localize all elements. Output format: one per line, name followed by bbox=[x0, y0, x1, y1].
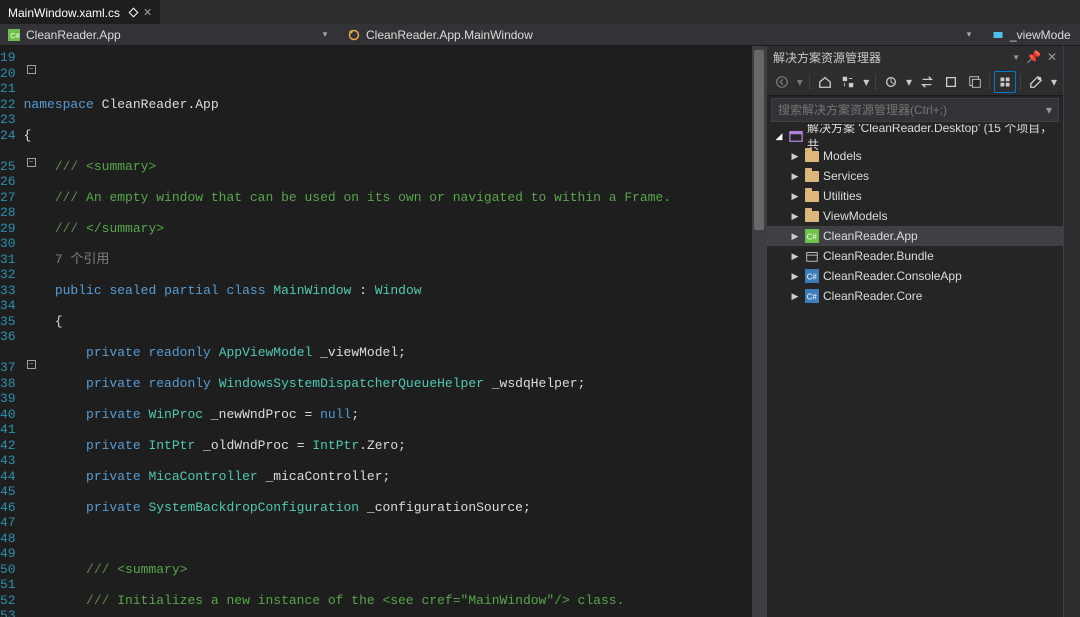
tree-folder[interactable]: ▶ Services bbox=[767, 166, 1063, 186]
csharp-project-icon: C# bbox=[805, 229, 819, 243]
expand-toggle[interactable]: ▶ bbox=[789, 291, 801, 302]
folder-icon bbox=[805, 211, 819, 222]
folder-icon bbox=[805, 191, 819, 202]
nav-project[interactable]: C# CleanReader.App ▾ bbox=[0, 24, 340, 45]
code-editor[interactable]: 19 20 21 22 23 24 25 26 27 28 29 30 31 3… bbox=[0, 46, 766, 617]
solution-tree[interactable]: ◢ 解决方案 'CleanReader.Desktop' (15 个项目，共 ▶… bbox=[767, 124, 1063, 617]
tree-project[interactable]: ▶ C# CleanReader.App bbox=[767, 226, 1063, 246]
dropdown-icon[interactable]: ▾ bbox=[861, 71, 871, 93]
svg-text:C#: C# bbox=[807, 233, 818, 242]
navigation-bar: C# CleanReader.App ▾ CleanReader.App.Mai… bbox=[0, 24, 1080, 46]
console-project-icon: C# bbox=[805, 269, 819, 283]
close-icon[interactable]: ✕ bbox=[143, 6, 152, 19]
solution-node[interactable]: ◢ 解决方案 'CleanReader.Desktop' (15 个项目，共 bbox=[767, 126, 1063, 146]
sync-with-active-document-icon[interactable] bbox=[916, 71, 938, 93]
tree-project[interactable]: ▶ C# CleanReader.ConsoleApp bbox=[767, 266, 1063, 286]
panel-title: 解决方案资源管理器 bbox=[773, 49, 881, 66]
home-icon[interactable] bbox=[814, 71, 836, 93]
expand-toggle[interactable]: ▶ bbox=[789, 251, 801, 262]
refresh-icon[interactable] bbox=[940, 71, 962, 93]
nav-class[interactable]: CleanReader.App.MainWindow ▾ bbox=[340, 24, 984, 45]
dropdown-icon[interactable]: ▾ bbox=[795, 71, 805, 93]
csharp-project-icon: C# bbox=[8, 29, 20, 41]
pending-changes-filter-icon[interactable] bbox=[880, 71, 902, 93]
document-tab-bar: MainWindow.xaml.cs ✕ bbox=[0, 0, 1080, 24]
auto-hide-pin-icon[interactable]: 📌 bbox=[1026, 50, 1041, 64]
close-icon[interactable]: ✕ bbox=[1047, 50, 1057, 64]
folder-icon bbox=[805, 151, 819, 162]
tree-project[interactable]: ▶ CleanReader.Bundle bbox=[767, 246, 1063, 266]
library-project-icon: C# bbox=[805, 289, 819, 303]
chevron-down-icon[interactable]: ▾ bbox=[318, 29, 332, 40]
tree-folder[interactable]: ▶ Utilities bbox=[767, 186, 1063, 206]
svg-text:C#: C# bbox=[807, 293, 818, 302]
line-number-gutter: 19 20 21 22 23 24 25 26 27 28 29 30 31 3… bbox=[0, 46, 24, 617]
chevron-down-icon[interactable]: ▾ bbox=[962, 29, 976, 40]
expand-toggle[interactable]: ▶ bbox=[789, 231, 801, 242]
pin-icon[interactable] bbox=[129, 8, 139, 18]
dropdown-icon[interactable]: ▾ bbox=[904, 71, 914, 93]
folder-icon bbox=[805, 171, 819, 182]
svg-text:C#: C# bbox=[10, 31, 20, 40]
expand-toggle[interactable]: ▶ bbox=[789, 211, 801, 222]
panel-title-bar[interactable]: 解决方案资源管理器 ▼ 📌 ✕ bbox=[767, 46, 1063, 68]
back-icon[interactable] bbox=[771, 71, 793, 93]
solution-explorer-panel: 解决方案资源管理器 ▼ 📌 ✕ ▾ ▾ ▾ bbox=[766, 46, 1063, 617]
package-project-icon bbox=[805, 249, 819, 263]
class-icon bbox=[348, 29, 360, 41]
expand-toggle[interactable]: ◢ bbox=[773, 131, 785, 142]
field-icon bbox=[992, 29, 1004, 41]
window-position-icon[interactable]: ▼ bbox=[1012, 53, 1020, 62]
solution-icon bbox=[789, 129, 803, 143]
expand-toggle[interactable]: ▶ bbox=[789, 191, 801, 202]
search-input[interactable] bbox=[778, 103, 1046, 117]
expand-toggle[interactable]: ▶ bbox=[789, 271, 801, 282]
svg-text:C#: C# bbox=[807, 273, 818, 282]
code-content[interactable]: namespace CleanReader.App { /// <summary… bbox=[24, 46, 766, 617]
tree-folder[interactable]: ▶ ViewModels bbox=[767, 206, 1063, 226]
expand-toggle[interactable]: ▶ bbox=[789, 171, 801, 182]
dropdown-icon[interactable]: ▾ bbox=[1049, 71, 1059, 93]
show-all-files-icon[interactable] bbox=[994, 71, 1016, 93]
dropdown-icon[interactable]: ▾ bbox=[1046, 103, 1052, 117]
document-tab[interactable]: MainWindow.xaml.cs ✕ bbox=[0, 0, 160, 24]
panel-search[interactable]: ▾ bbox=[771, 98, 1059, 122]
collapse-all-icon[interactable] bbox=[964, 71, 986, 93]
properties-icon[interactable] bbox=[1025, 71, 1047, 93]
tree-project[interactable]: ▶ C# CleanReader.Core bbox=[767, 286, 1063, 306]
switch-views-icon[interactable] bbox=[838, 71, 860, 93]
expand-toggle[interactable]: ▶ bbox=[789, 151, 801, 162]
nav-member[interactable]: _viewMode bbox=[984, 24, 1080, 45]
collapsed-panels-strip[interactable] bbox=[1063, 46, 1080, 617]
panel-toolbar: ▾ ▾ ▾ ▾ bbox=[767, 68, 1063, 96]
tab-label: MainWindow.xaml.cs bbox=[8, 6, 120, 20]
